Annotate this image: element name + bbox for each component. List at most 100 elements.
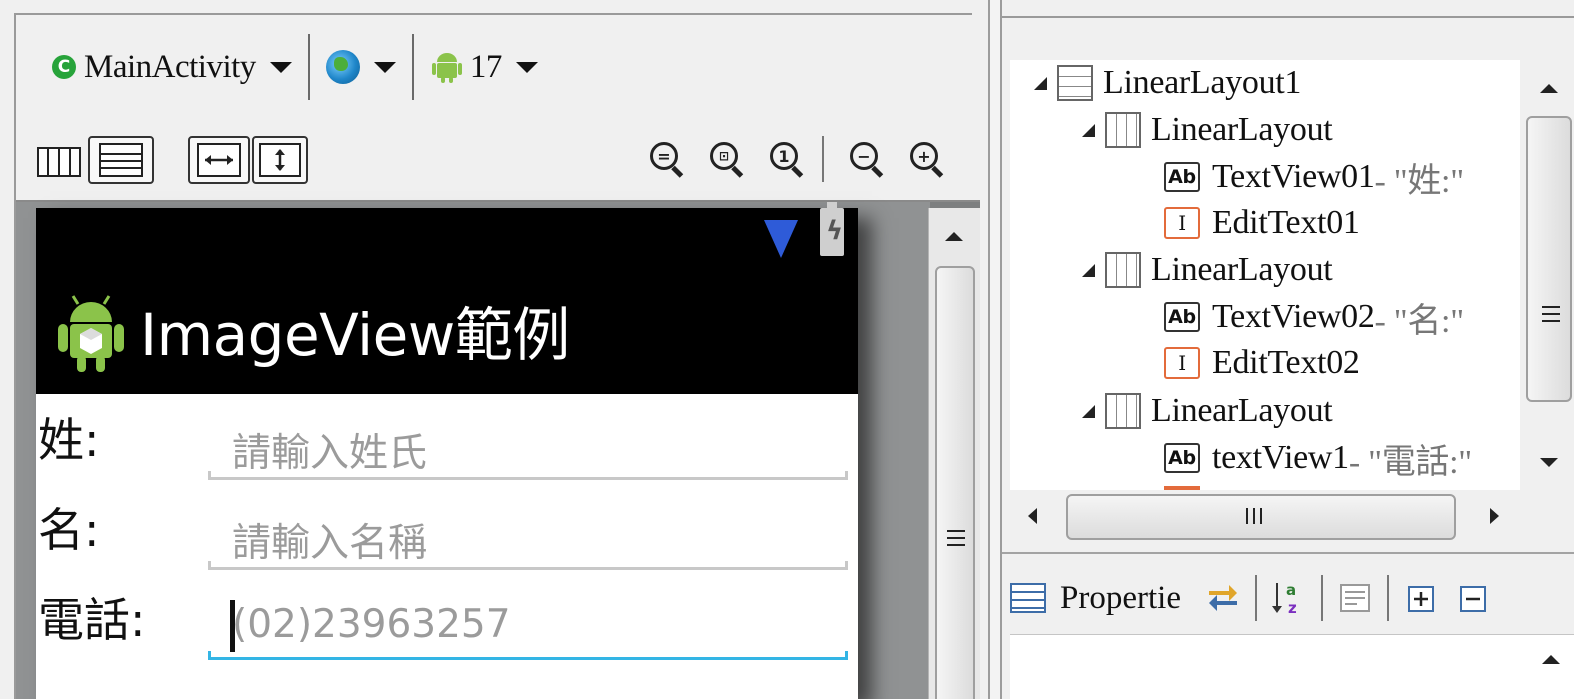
scroll-up-icon[interactable] [945,232,963,241]
tree-item-label: LinearLayout [1151,111,1333,148]
zoom-out-button[interactable]: − [848,140,888,180]
editor-toolbar: C MainActivity 17 [40,34,550,100]
outline-pane: LinearLayout1 LinearLayout Ab TextView01… [1000,0,1574,699]
tree-item[interactable]: I EditText01 [1164,200,1360,246]
canvas-vertical-scrollbar[interactable] [928,208,980,699]
api-level-selector[interactable]: 17 [418,37,550,97]
layout-editor-pane: C MainActivity 17 = ⊡ 1 − + ϟ ImageView範… [0,0,990,699]
first-name-label: 名: [38,503,100,557]
toolbar-separator [307,34,310,100]
phone-placeholder: (02)23963257 [232,602,511,647]
tree-item-label: TextView01 [1212,158,1375,195]
expanded-toggle-icon[interactable] [1082,123,1095,137]
scroll-up-icon[interactable] [1542,655,1560,664]
properties-content [1010,634,1574,699]
tree-item[interactable]: LinearLayout [1082,247,1333,293]
toolbar-separator [822,136,824,182]
first-name-placeholder: 請輸入名稱 [232,521,428,566]
app-launcher-icon [58,295,124,372]
properties-panel: Propertie a z [1002,552,1574,699]
horizontal-split-button[interactable] [88,136,154,184]
scroll-left-icon[interactable] [1028,508,1037,524]
scroll-thumb[interactable] [1526,116,1572,402]
activity-label: MainActivity [84,48,256,85]
svg-text:a: a [1286,581,1296,599]
class-c-icon: C [52,55,76,79]
expanded-toggle-icon[interactable] [1082,404,1095,418]
tree-item-suffix: - "名:" [1374,302,1465,340]
textview-icon: Ab [1164,443,1200,473]
edittext-icon: I [1164,207,1200,239]
expand-all-icon[interactable] [1403,579,1439,617]
device-preview: ϟ ImageView範例 姓: 請輸入姓氏 名: 請輸入名稱 電話: (02)… [36,202,858,699]
tree-item-label: LinearLayout [1151,251,1333,288]
sort-alphabetical-icon[interactable]: a z [1271,579,1307,617]
pane-border-top [14,13,972,15]
tree-item[interactable]: Ab textView1 - "電話:" [1164,435,1472,481]
chevron-down-icon [373,61,396,73]
phone-row: 電話: (02)23963257 [36,584,858,674]
tree-item[interactable]: LinearLayout1 [1034,60,1301,106]
outline-horizontal-scrollbar[interactable] [1010,490,1574,544]
properties-tab[interactable]: Propertie [1060,580,1181,617]
scroll-thumb[interactable] [1066,494,1456,540]
activity-selector[interactable]: C MainActivity [40,37,304,97]
outline-vertical-scrollbar[interactable] [1522,60,1574,490]
tree-item-label: EditText01 [1212,204,1360,241]
app-title: ImageView範例 [140,301,570,369]
phone-field[interactable]: (02)23963257 [208,584,848,666]
android-icon [431,53,462,83]
toolbar-separator [1386,575,1389,621]
expanded-toggle-icon[interactable] [1034,76,1047,90]
toolbar-separator [1254,575,1257,621]
tree-item[interactable]: LinearLayout [1082,107,1333,153]
textview-icon: Ab [1164,302,1200,332]
tree-item-label: TextView02 [1212,298,1375,335]
tree-item-label: EditText02 [1212,344,1360,381]
locale-selector[interactable] [314,37,408,97]
scroll-right-icon[interactable] [1490,508,1499,524]
status-bar: ϟ [36,202,858,270]
fill-width-icon [197,143,241,177]
fill-height-icon [259,143,301,177]
chevron-down-icon [269,61,292,73]
phone-label: 電話: [38,593,146,647]
expanded-toggle-icon[interactable] [1082,263,1095,277]
toolbar-separator [411,34,414,100]
outline-tree: LinearLayout1 LinearLayout Ab TextView01… [1010,60,1520,490]
fill-height-button[interactable] [252,136,308,184]
scroll-thumb[interactable] [935,266,975,699]
zoom-in-button[interactable]: + [908,140,948,180]
zoom-fit-button[interactable]: = [648,140,688,180]
tree-item-suffix: - "電話:" [1348,443,1472,481]
linear-layout-horizontal-icon [1105,252,1141,288]
advanced-properties-icon[interactable] [1205,579,1241,617]
vertical-split-icon[interactable] [36,142,82,182]
pane-border-top [1002,16,1574,18]
last-name-field[interactable]: 請輸入姓氏 [208,404,848,486]
tree-item-suffix: - "姓:" [1374,162,1465,200]
action-bar: ImageView範例 [36,270,858,394]
fill-width-button[interactable] [188,136,250,184]
tree-item[interactable]: LinearLayout [1082,388,1333,434]
tree-item[interactable]: I EditText02 [1164,340,1360,386]
tree-item[interactable]: Ab TextView02 - "名:" [1164,294,1464,340]
tree-item[interactable]: Ab TextView01 - "姓:" [1164,154,1464,200]
collapse-all-icon[interactable] [1455,579,1491,617]
scroll-up-icon[interactable] [1540,84,1558,93]
properties-toolbar: Propertie a z [1010,568,1574,628]
scroll-down-icon[interactable] [1540,458,1558,467]
linear-layout-horizontal-icon [1105,112,1141,148]
layout-toolbar: = ⊡ 1 − + [32,132,962,192]
tree-item-label: LinearLayout1 [1103,64,1302,101]
globe-icon [325,50,360,84]
first-name-row: 名: 請輸入名稱 [36,494,858,584]
field-underline [208,471,848,480]
zoom-real-size-button[interactable]: ⊡ [708,140,748,180]
svg-text:z: z [1288,599,1297,617]
edittext-icon: I [1164,347,1200,379]
zoom-100-button[interactable]: 1 [768,140,808,180]
restore-defaults-icon[interactable] [1337,579,1373,617]
first-name-field[interactable]: 請輸入名稱 [208,494,848,576]
api-level-label: 17 [469,48,503,85]
